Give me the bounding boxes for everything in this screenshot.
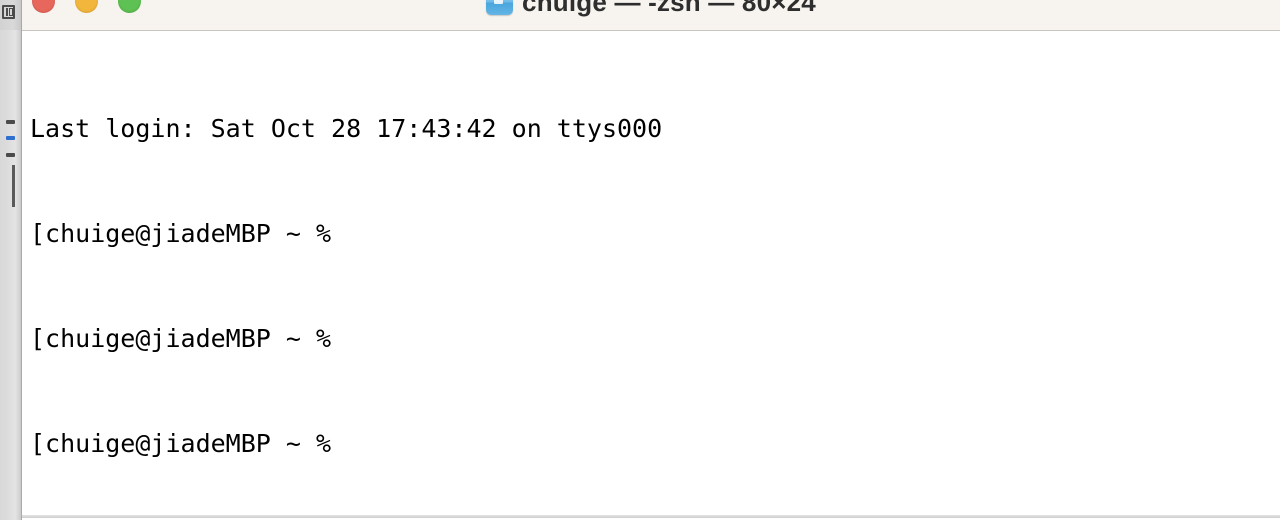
terminal-output-area[interactable]: Last login: Sat Oct 28 17:43:42 on ttys0… — [22, 32, 1280, 515]
gutter-mark-3 — [6, 153, 15, 157]
terminal-line: Last login: Sat Oct 28 17:43:42 on ttys0… — [30, 114, 663, 143]
terminal-line: [chuige@jiadeMBP ~ % — [30, 324, 332, 353]
screen-root: chuige — -zsh — 80×24 Last login: Sat Oc… — [0, 0, 1280, 520]
title-group: chuige — -zsh — 80×24 — [22, 0, 1280, 18]
terminal-titlebar[interactable]: chuige — -zsh — 80×24 — [22, 0, 1280, 31]
terminal-line: [chuige@jiadeMBP ~ % — [30, 219, 332, 248]
terminal-line: [chuige@jiadeMBP ~ % — [30, 429, 332, 458]
window-title: chuige — -zsh — 80×24 — [522, 0, 816, 17]
terminal-window-bottom-edge — [22, 515, 1280, 518]
terminal-app-icon — [486, 0, 514, 15]
window-layout-icon[interactable] — [2, 5, 15, 19]
terminal-window[interactable]: chuige — -zsh — 80×24 Last login: Sat Oc… — [22, 0, 1280, 518]
gutter-mark-2 — [6, 136, 15, 140]
background-editor-strip[interactable] — [0, 0, 22, 520]
gutter-mark-1 — [6, 120, 15, 124]
background-text-caret — [12, 165, 15, 207]
